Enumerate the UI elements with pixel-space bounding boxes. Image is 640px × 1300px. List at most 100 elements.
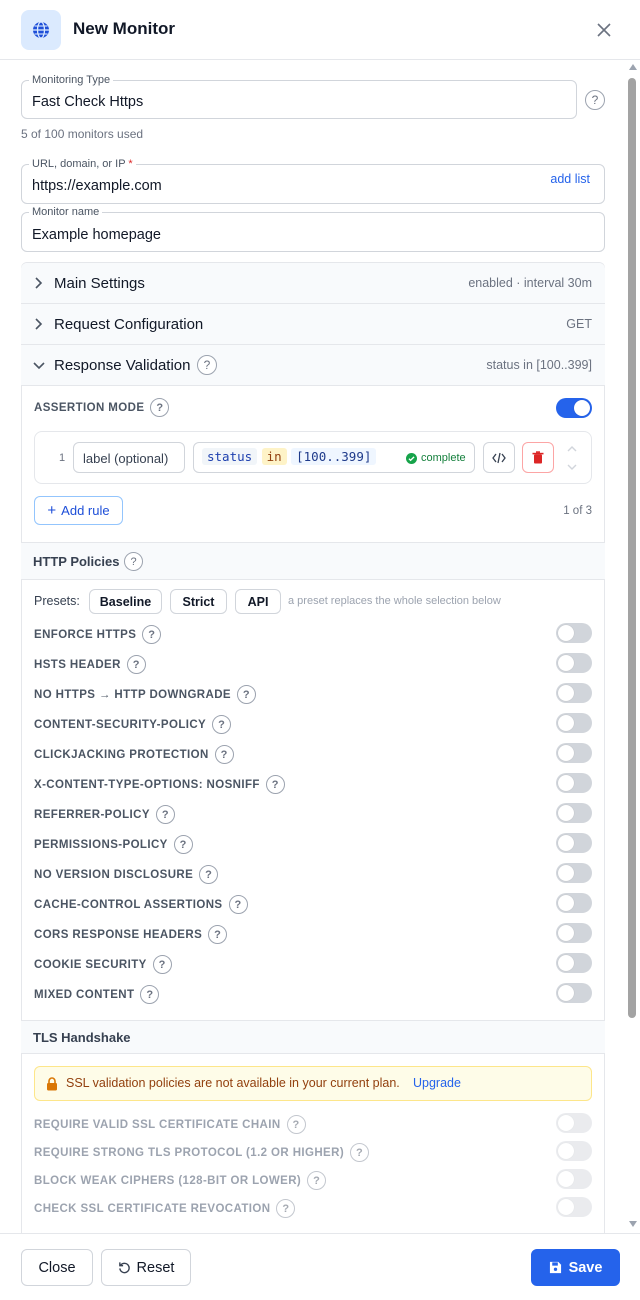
- policy-toggle[interactable]: [556, 983, 592, 1003]
- monitoring-type-select[interactable]: Monitoring Type Fast Check Https: [21, 73, 577, 119]
- save-label: Save: [568, 1259, 603, 1276]
- policy-toggle[interactable]: [556, 953, 592, 973]
- policy-toggle[interactable]: [556, 623, 592, 643]
- rule-index: 1: [59, 452, 66, 464]
- chevron-right-icon: [35, 277, 43, 289]
- rule-count: 1 of 3: [563, 505, 592, 517]
- policy-label-text: NO HTTPS → HTTP DOWNGRADE: [34, 688, 231, 701]
- plus-icon: +: [47, 502, 57, 519]
- request-configuration-summary: GET: [566, 317, 592, 331]
- scroll-up-arrow-icon[interactable]: [629, 64, 637, 70]
- policy-toggle[interactable]: [556, 893, 592, 913]
- section-main-settings[interactable]: Main Settings enabled · interval 30m: [21, 263, 605, 304]
- policy-label-text: CACHE-CONTROL ASSERTIONS: [34, 898, 223, 911]
- help-icon[interactable]: ?: [150, 398, 170, 417]
- help-icon[interactable]: ?: [286, 1115, 306, 1134]
- monitor-name-field[interactable]: Monitor name Example homepage: [21, 205, 605, 252]
- help-icon[interactable]: ?: [155, 805, 175, 824]
- help-icon[interactable]: ?: [236, 685, 256, 704]
- policy-toggle[interactable]: [556, 653, 592, 673]
- policy-toggle[interactable]: [556, 773, 592, 793]
- help-icon[interactable]: ?: [228, 895, 248, 914]
- policy-label: CLICKJACKING PROTECTION?: [34, 745, 234, 764]
- policy-toggle[interactable]: [556, 803, 592, 823]
- scrollbar[interactable]: [625, 60, 640, 1233]
- monitoring-type-label: Monitoring Type: [29, 73, 114, 87]
- url-field[interactable]: URL, domain, or IP * https://example.com…: [21, 157, 605, 204]
- monitoring-type-value: Fast Check Https: [32, 94, 144, 110]
- tls-policy-label: REQUIRE STRONG TLS PROTOCOL (1.2 OR HIGH…: [34, 1143, 370, 1162]
- help-icon[interactable]: ?: [197, 355, 217, 375]
- monitor-usage: 5 of 100 monitors used: [21, 127, 144, 141]
- help-icon[interactable]: ?: [173, 835, 193, 854]
- help-icon[interactable]: ?: [350, 1143, 370, 1162]
- help-icon[interactable]: ?: [208, 925, 228, 944]
- policy-label-text: PERMISSIONS-POLICY: [34, 838, 168, 851]
- policy-label-text: CLICKJACKING PROTECTION: [34, 748, 209, 761]
- add-list-link[interactable]: add list: [550, 172, 590, 186]
- help-icon[interactable]: ?: [142, 625, 162, 644]
- help-icon[interactable]: ?: [124, 552, 143, 571]
- tls-policy-label-text: REQUIRE VALID SSL CERTIFICATE CHAIN: [34, 1118, 281, 1131]
- policy-label-text: NO VERSION DISCLOSURE: [34, 868, 194, 881]
- scroll-down-arrow-icon[interactable]: [629, 1221, 637, 1227]
- help-icon[interactable]: ?: [212, 715, 232, 734]
- help-icon[interactable]: ?: [199, 865, 219, 884]
- reset-button[interactable]: Reset: [101, 1249, 191, 1286]
- delete-rule-button[interactable]: [522, 442, 554, 473]
- scrollbar-thumb[interactable]: [628, 78, 636, 1018]
- help-icon[interactable]: ?: [585, 90, 605, 110]
- policy-toggle[interactable]: [556, 923, 592, 943]
- http-policies-title: HTTP Policies: [33, 554, 120, 569]
- token-value: [100..399]: [291, 448, 377, 465]
- section-response-validation[interactable]: Response Validation ? status in [100..39…: [21, 345, 605, 386]
- policy-label: NO VERSION DISCLOSURE?: [34, 865, 219, 884]
- chevron-down-icon: [33, 362, 45, 370]
- add-rule-label: Add rule: [61, 503, 110, 518]
- help-icon[interactable]: ?: [276, 1199, 296, 1218]
- policy-toggle[interactable]: [556, 863, 592, 883]
- tls-policy-label-text: CHECK SSL CERTIFICATE REVOCATION: [34, 1202, 271, 1215]
- close-icon[interactable]: [594, 20, 614, 40]
- section-request-configuration[interactable]: Request Configuration GET: [21, 304, 605, 345]
- globe-icon: [21, 10, 61, 50]
- code-view-button[interactable]: [483, 442, 515, 473]
- url-input[interactable]: https://example.com: [32, 178, 162, 194]
- move-up-icon[interactable]: [567, 446, 577, 452]
- close-button[interactable]: Close: [21, 1249, 93, 1286]
- presets-label: Presets:: [34, 594, 80, 608]
- save-button[interactable]: Save: [531, 1249, 620, 1286]
- help-icon[interactable]: ?: [265, 775, 285, 794]
- preset-strict-button[interactable]: Strict: [170, 589, 227, 614]
- token-field: status: [202, 448, 258, 465]
- help-icon[interactable]: ?: [307, 1171, 327, 1190]
- help-icon[interactable]: ?: [126, 655, 146, 674]
- presets-note: a preset replaces the whole selection be…: [288, 595, 501, 607]
- dialog-title: New Monitor: [73, 19, 175, 38]
- move-down-icon[interactable]: [567, 464, 577, 470]
- help-icon[interactable]: ?: [140, 985, 160, 1004]
- policy-toggle[interactable]: [556, 743, 592, 763]
- policy-toggle[interactable]: [556, 713, 592, 733]
- policy-label: X-CONTENT-TYPE-OPTIONS: NOSNIFF?: [34, 775, 285, 794]
- code-icon: [492, 452, 506, 463]
- policy-toggle[interactable]: [556, 683, 592, 703]
- assertion-mode-toggle[interactable]: [556, 398, 592, 418]
- monitor-name-input[interactable]: Example homepage: [32, 227, 161, 243]
- main-settings-summary: enabled · interval 30m: [468, 276, 592, 290]
- preset-api-button[interactable]: API: [235, 589, 281, 614]
- policy-label: ENFORCE HTTPS?: [34, 625, 162, 644]
- preset-baseline-button[interactable]: Baseline: [89, 589, 162, 614]
- upgrade-link[interactable]: Upgrade: [413, 1076, 461, 1090]
- rule-expression-editor[interactable]: status in [100..399] complete: [193, 442, 475, 473]
- rule-label-input[interactable]: label (optional): [73, 442, 185, 473]
- policy-label-text: HSTS HEADER: [34, 658, 121, 671]
- add-rule-button[interactable]: + Add rule: [34, 496, 123, 525]
- tls-policy-toggle: [556, 1197, 592, 1217]
- policy-label-text: X-CONTENT-TYPE-OPTIONS: NOSNIFF: [34, 778, 260, 791]
- help-icon[interactable]: ?: [152, 955, 172, 974]
- dialog-header: New Monitor: [0, 0, 640, 60]
- policy-toggle[interactable]: [556, 833, 592, 853]
- help-icon[interactable]: ?: [214, 745, 234, 764]
- plan-warning: SSL validation policies are not availabl…: [34, 1066, 592, 1101]
